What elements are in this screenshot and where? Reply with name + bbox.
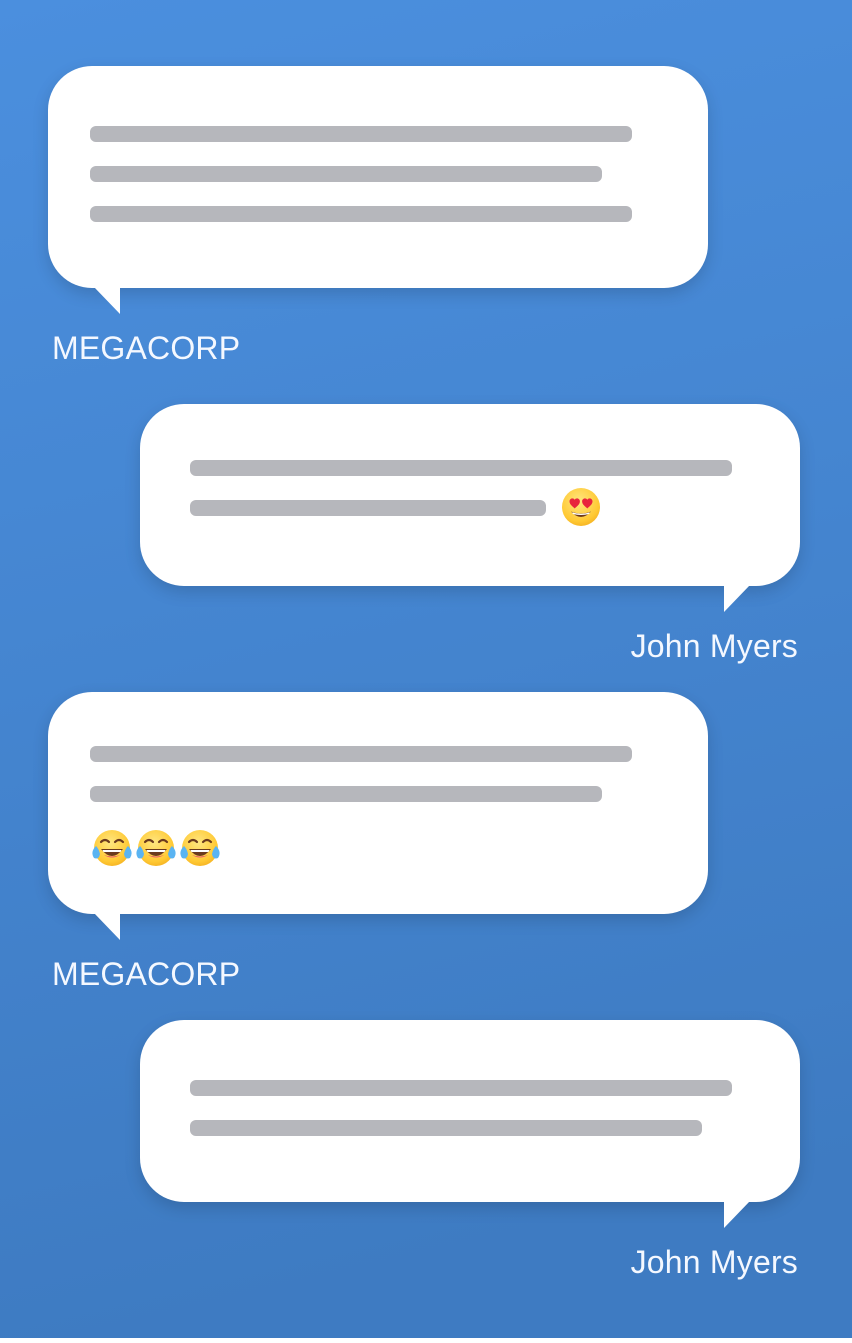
placeholder-text-line [190, 460, 732, 476]
placeholder-text-line [90, 206, 632, 222]
placeholder-text-line [90, 746, 632, 762]
placeholder-text-line [190, 1080, 732, 1096]
placeholder-text-line [190, 500, 546, 516]
bubble-tail [724, 585, 750, 612]
heart-eyes-emoji [561, 487, 601, 527]
sender-name: MEGACORP [52, 956, 241, 992]
tears-of-joy-emoji [90, 828, 132, 868]
placeholder-text-line [190, 1120, 702, 1136]
sender-name: John Myers [630, 1244, 798, 1280]
placeholder-text-line [90, 786, 602, 802]
placeholder-text-line [90, 126, 632, 142]
placeholder-text-line [90, 166, 602, 182]
message-bubble-john-2[interactable] [140, 1020, 800, 1228]
message-bubble-megacorp-1[interactable] [48, 66, 708, 314]
tears-of-joy-emoji [178, 828, 220, 868]
bubble-tail [94, 287, 120, 314]
sender-name: MEGACORP [52, 330, 241, 366]
message-bubble-megacorp-2[interactable] [48, 692, 708, 940]
sender-name: John Myers [630, 628, 798, 664]
tears-of-joy-emoji [134, 828, 176, 868]
bubble-tail [94, 913, 120, 940]
message-bubble-john-1[interactable] [140, 404, 800, 612]
bubble-tail [724, 1201, 750, 1228]
